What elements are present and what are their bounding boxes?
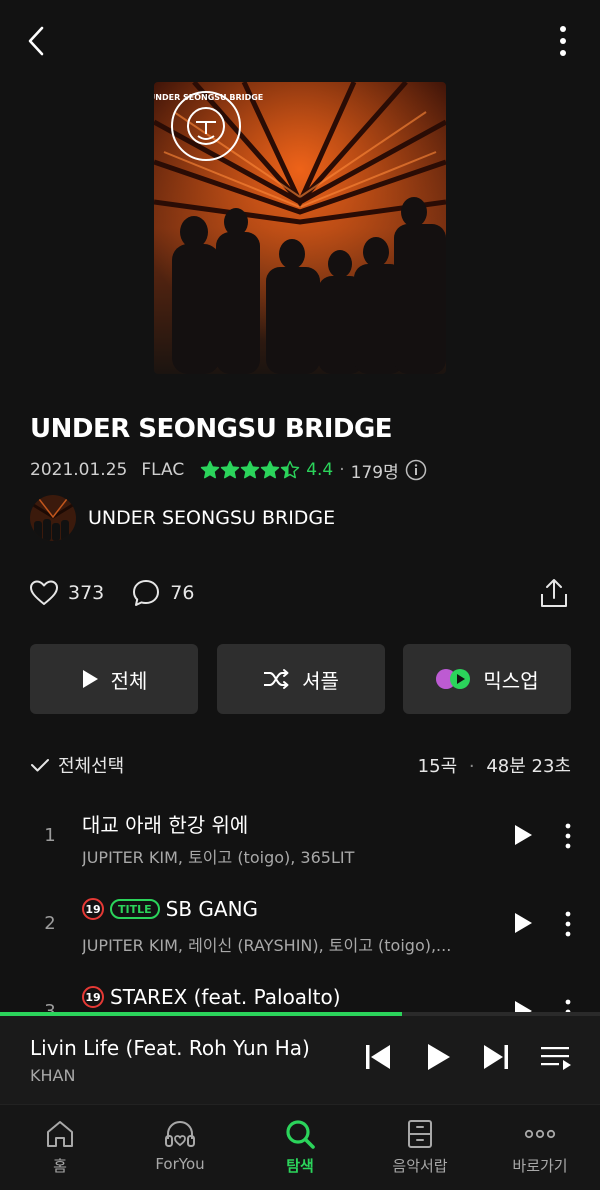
track-row[interactable]: 2 19 TITLE SB GANG JUPITER KIM, 레이신 (RAY… <box>0 883 600 971</box>
nav-music-drawer-label: 음악서랍 <box>392 1157 448 1175</box>
adult-badge: 19 <box>82 898 104 920</box>
mixup-icon <box>436 669 471 689</box>
more-options-button[interactable] <box>551 24 575 58</box>
mini-player[interactable]: Livin Life (Feat. Roh Yun Ha) KHAN <box>0 1016 600 1104</box>
track-number: 2 <box>44 913 56 934</box>
vertical-dots-icon[interactable] <box>562 823 574 849</box>
total-duration: 48분 23초 <box>486 756 571 777</box>
nav-home-label: 홈 <box>53 1157 67 1175</box>
shuffle-label: 셔플 <box>302 668 339 693</box>
vertical-dots-icon[interactable] <box>562 999 574 1013</box>
nav-foryou[interactable]: ForYou <box>120 1105 240 1190</box>
track-number: 1 <box>44 825 56 846</box>
social-row: 373 76 <box>28 576 220 610</box>
heart-icon <box>30 580 58 605</box>
track-row[interactable]: 3 19 STAREX (feat. Paloalto) <box>0 971 600 1013</box>
audio-format: FLAC <box>141 460 185 480</box>
now-playing-artist: KHAN <box>30 1066 76 1085</box>
play-icon[interactable] <box>512 911 534 935</box>
mixup-button[interactable]: 믹스업 <box>403 644 571 714</box>
track-title-text: SB GANG <box>165 897 259 921</box>
comment-icon <box>133 580 160 606</box>
check-icon <box>31 759 49 772</box>
share-button[interactable] <box>538 576 570 610</box>
action-buttons: 전체 셔플 믹스업 <box>30 644 571 714</box>
search-icon <box>286 1120 315 1149</box>
title-track-badge: TITLE <box>110 899 160 919</box>
nav-foryou-label: ForYou <box>155 1155 205 1173</box>
nav-shortcuts[interactable]: 바로가기 <box>480 1105 600 1190</box>
comment-count: 76 <box>170 582 195 604</box>
album-meta: 2021.01.25 FLAC 4.4 · 179명 <box>30 457 427 483</box>
track-artists: JUPITER KIM, 토이고 (toigo), 365LIT <box>82 848 355 867</box>
nav-search[interactable]: 탐색 <box>240 1105 360 1190</box>
share-icon <box>541 579 567 607</box>
bottom-navigation: 홈 ForYou 탐색 음악서랍 바로가기 <box>0 1104 600 1190</box>
play-icon[interactable] <box>512 999 534 1013</box>
more-dots-icon <box>524 1129 556 1139</box>
play-icon[interactable] <box>512 823 534 847</box>
star-icon <box>200 460 220 479</box>
rating-stars <box>200 460 300 480</box>
chevron-left-icon <box>28 26 44 56</box>
nav-home[interactable]: 홈 <box>0 1105 120 1190</box>
star-icon <box>240 460 260 479</box>
select-all-label: 전체선택 <box>58 756 125 777</box>
play-icon <box>82 670 98 688</box>
next-track-button[interactable] <box>482 1042 510 1072</box>
track-list: 1 대교 아래 한강 위에 JUPITER KIM, 토이고 (toigo), … <box>0 795 600 1013</box>
star-icon <box>220 460 240 479</box>
mixup-label: 믹스업 <box>483 668 539 693</box>
artist-row[interactable]: UNDER SEONGSU BRIDGE <box>30 495 335 541</box>
cover-logo-text: UNDER SEONGSU BRIDGE <box>154 93 263 102</box>
rating-value: 4.4 <box>306 460 334 480</box>
nav-shortcuts-label: 바로가기 <box>512 1157 568 1175</box>
star-icon <box>280 460 300 479</box>
album-cover[interactable]: UNDER SEONGSU BRIDGE <box>154 82 446 374</box>
star-icon <box>260 460 280 479</box>
album-title: UNDER SEONGSU BRIDGE <box>30 414 393 444</box>
track-row[interactable]: 1 대교 아래 한강 위에 JUPITER KIM, 토이고 (toigo), … <box>0 795 600 883</box>
track-summary: 15곡 · 48분 23초 <box>418 752 571 778</box>
like-button[interactable]: 373 <box>28 577 104 609</box>
vertical-dots-icon[interactable] <box>562 911 574 937</box>
rating-count: 179명 <box>350 462 399 483</box>
back-button[interactable] <box>22 24 52 58</box>
track-list-header: 전체선택 15곡 · 48분 23초 <box>30 750 571 780</box>
track-title-text: 대교 아래 한강 위에 <box>82 813 249 837</box>
track-title: 19 TITLE SB GANG <box>82 897 258 921</box>
like-count: 373 <box>68 582 105 604</box>
home-icon <box>47 1121 73 1147</box>
info-icon[interactable] <box>405 459 427 481</box>
play-all-button[interactable]: 전체 <box>30 644 198 714</box>
shuffle-button[interactable]: 셔플 <box>216 644 385 714</box>
drawer-icon <box>408 1120 432 1148</box>
headphones-heart-icon <box>165 1120 195 1147</box>
summary-separator: · <box>468 756 475 777</box>
top-bar <box>0 0 600 80</box>
select-all-button[interactable]: 전체선택 <box>30 752 124 778</box>
track-count: 15곡 <box>417 756 458 777</box>
nav-music-drawer[interactable]: 음악서랍 <box>360 1105 480 1190</box>
artist-name: UNDER SEONGSU BRIDGE <box>88 507 336 529</box>
track-title-text: STAREX (feat. Paloalto) <box>110 985 341 1009</box>
comment-button[interactable]: 76 <box>130 577 194 609</box>
release-date: 2021.01.25 <box>30 460 128 480</box>
album-cover-art: UNDER SEONGSU BRIDGE <box>154 82 446 374</box>
track-title: 19 STAREX (feat. Paloalto) <box>82 985 341 1009</box>
now-playing-title: Livin Life (Feat. Roh Yun Ha) <box>30 1036 310 1060</box>
play-all-label: 전체 <box>110 668 148 693</box>
adult-badge: 19 <box>82 986 104 1008</box>
artist-avatar <box>30 495 76 541</box>
nav-search-label: 탐색 <box>286 1157 314 1175</box>
shuffle-icon <box>264 669 289 689</box>
playlist-queue-icon[interactable] <box>540 1044 572 1072</box>
meta-separator: · <box>339 460 345 480</box>
track-title: 대교 아래 한강 위에 <box>82 809 248 838</box>
vertical-dots-icon <box>560 26 566 56</box>
play-button[interactable] <box>426 1042 452 1072</box>
previous-track-button[interactable] <box>364 1042 392 1072</box>
track-artists: JUPITER KIM, 레이신 (RAYSHIN), 토이고 (toigo),… <box>82 936 452 955</box>
